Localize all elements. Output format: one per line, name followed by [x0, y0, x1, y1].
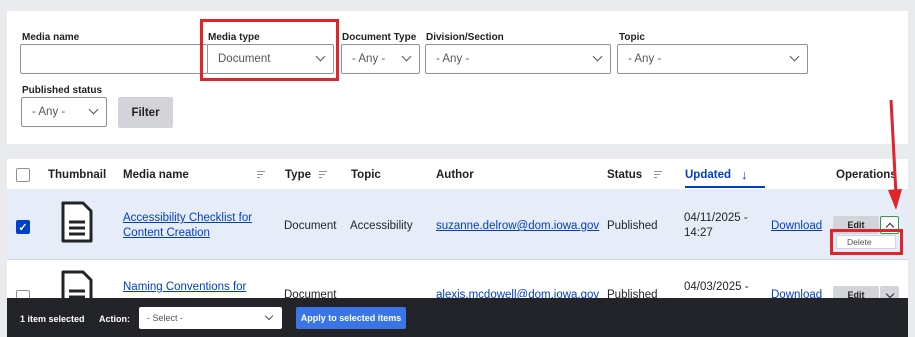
delete-highlight — [830, 229, 903, 255]
media-name-link[interactable]: Content Creation — [123, 227, 210, 239]
media-name-input[interactable] — [20, 44, 208, 74]
division-label: Division/Section — [426, 32, 504, 43]
document-type-select[interactable]: - Any - — [341, 44, 420, 74]
col-topic: Topic — [351, 169, 381, 181]
document-type-value: - Any - — [352, 53, 386, 65]
select-all-checkbox[interactable] — [16, 168, 30, 182]
arrow-down-icon: ↓ — [741, 167, 748, 182]
sort-icon[interactable] — [319, 169, 327, 180]
chevron-down-icon — [88, 104, 99, 115]
col-media-name[interactable]: Media name — [123, 169, 189, 181]
selected-count: 1 item selected — [20, 314, 85, 324]
filter-button[interactable]: Filter — [118, 97, 173, 128]
row-checkbox[interactable]: ✓ — [16, 220, 30, 234]
annotation-arrow-icon — [888, 99, 902, 210]
topic-select[interactable]: - Any - — [617, 44, 808, 74]
apply-button[interactable]: Apply to selected items — [296, 307, 406, 329]
action-label: Action: — [99, 314, 130, 324]
col-type[interactable]: Type — [285, 169, 311, 181]
sort-icon[interactable] — [257, 169, 265, 180]
updated-cell: 04/03/2025 - — [684, 281, 749, 293]
chevron-down-icon — [264, 311, 274, 321]
media-table: Thumbnail Media name Type Topic Author S… — [7, 159, 908, 299]
row-divider — [7, 259, 908, 260]
published-status-select[interactable]: - Any - — [21, 97, 107, 127]
media-type-highlight — [200, 19, 339, 81]
col-updated[interactable]: Updated — [685, 169, 731, 181]
col-author: Author — [436, 169, 474, 181]
updated-cell: 14:27 — [684, 227, 713, 239]
status-cell: Published — [607, 220, 658, 232]
topic-cell: Accessibility — [350, 220, 413, 232]
chevron-down-icon — [885, 289, 894, 298]
updated-cell: 04/11/2025 - — [684, 212, 748, 224]
action-select[interactable]: - Select - — [139, 307, 282, 329]
col-status[interactable]: Status — [607, 169, 642, 181]
division-select[interactable]: - Any - — [425, 44, 611, 74]
topic-value: - Any - — [628, 53, 662, 65]
published-status-label: Published status — [22, 85, 103, 96]
document-icon — [61, 201, 93, 243]
author-link[interactable]: suzanne.delrow@dom.iowa.gov — [436, 220, 599, 232]
col-thumbnail: Thumbnail — [48, 169, 107, 181]
download-link[interactable]: Download — [771, 220, 822, 232]
media-name-link[interactable]: Accessibility Checklist for — [123, 212, 252, 224]
division-value: - Any - — [436, 53, 470, 65]
document-type-label: Document Type — [342, 32, 417, 43]
chevron-down-icon — [592, 51, 603, 62]
sort-icon[interactable] — [654, 169, 662, 180]
published-status-value: - Any - — [32, 106, 66, 118]
media-name-link[interactable]: Naming Conventions for — [123, 281, 246, 293]
topic-label: Topic — [619, 32, 645, 43]
media-name-label: Media name — [22, 32, 80, 43]
action-select-value: - Select - — [147, 313, 184, 323]
document-icon — [61, 270, 93, 299]
chevron-down-icon — [789, 51, 800, 62]
type-cell: Document — [284, 220, 337, 232]
chevron-down-icon — [401, 51, 412, 62]
active-sort-underline — [685, 186, 765, 188]
